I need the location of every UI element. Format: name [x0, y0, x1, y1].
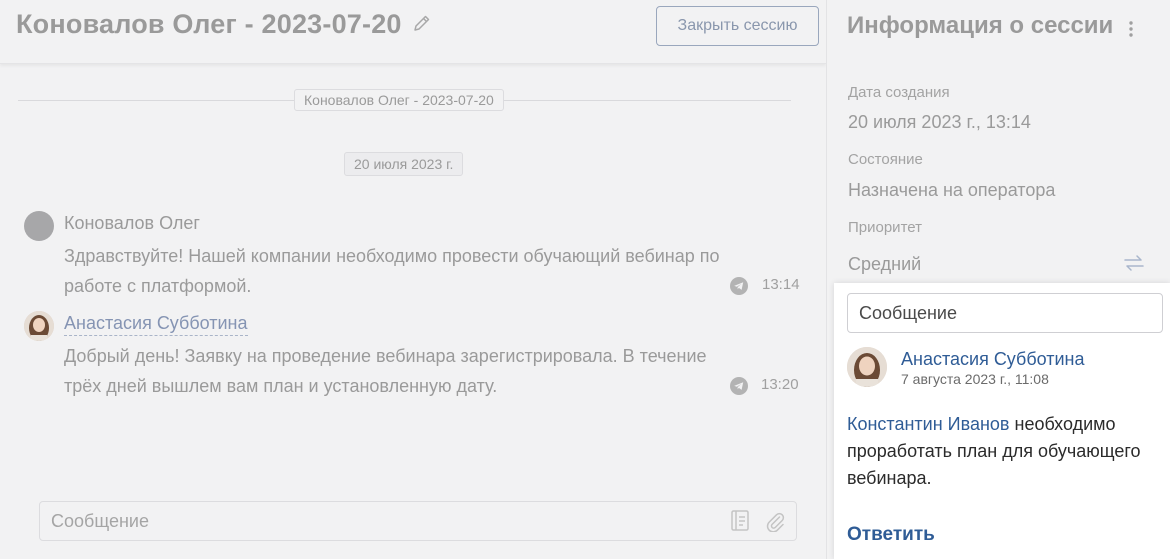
created-date-value: 20 июля 2023 г., 13:14 [848, 112, 1031, 132]
mention-link[interactable]: Константин Иванов [847, 414, 1010, 434]
chat-pane: Коновалов Олег - 2023-07-20 Закрыть сесс… [0, 0, 826, 559]
message-author-link[interactable]: Анастасия Субботина [64, 313, 248, 336]
date-chip: 20 июля 2023 г. [344, 152, 464, 176]
avatar [24, 311, 54, 341]
telegram-icon [730, 277, 748, 295]
message-text: Здравствуйте! Нашей компании необходимо … [64, 246, 720, 296]
more-options-icon[interactable] [1121, 18, 1141, 40]
message-item: Коновалов Олег Здравствуйте! Нашей компа… [24, 211, 804, 301]
status-value: Назначена на оператора [848, 180, 1056, 200]
note-text: Константин Иванов необходимо проработать… [847, 411, 1157, 492]
telegram-icon [730, 377, 748, 395]
avatar [24, 211, 54, 241]
message-item: Анастасия Субботина Добрый день! Заявку … [24, 311, 804, 401]
message-author: Коновалов Олег [64, 213, 200, 233]
priority-label: Приоритет [848, 219, 922, 236]
session-divider-label: Коновалов Олег - 2023-07-20 [294, 89, 504, 111]
session-info-title: Информация о сессии [847, 12, 1114, 39]
message-input[interactable] [40, 502, 720, 540]
note-date: 7 августа 2023 г., 11:08 [901, 371, 1049, 387]
paperclip-icon[interactable] [764, 510, 786, 532]
message-time: 13:20 [761, 376, 799, 393]
avatar [847, 347, 887, 387]
reply-button[interactable]: Ответить [847, 524, 935, 546]
created-date-label: Дата создания [848, 84, 950, 101]
message-text: Добрый день! Заявку на проведение вебина… [64, 346, 707, 396]
close-session-button[interactable]: Закрыть сессию [656, 6, 819, 46]
swap-icon[interactable] [1123, 254, 1145, 272]
priority-value: Средний [848, 254, 922, 274]
pencil-icon[interactable] [412, 13, 432, 33]
chat-header: Коновалов Олег - 2023-07-20 Закрыть сесс… [0, 0, 826, 64]
message-time: 13:14 [762, 276, 800, 293]
session-title: Коновалов Олег - 2023-07-20 [16, 9, 402, 39]
note-card: Анастасия Субботина 7 августа 2023 г., 1… [834, 283, 1170, 559]
message-composer [39, 501, 797, 541]
template-icon[interactable] [730, 509, 752, 533]
status-label: Состояние [848, 151, 923, 168]
note-input[interactable] [847, 293, 1163, 333]
note-author-link[interactable]: Анастасия Субботина [901, 349, 1085, 370]
